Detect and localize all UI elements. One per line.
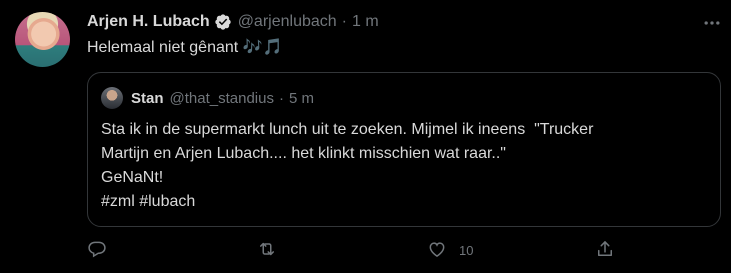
reply-button[interactable]: [87, 237, 119, 263]
tweet-actions: 10: [87, 237, 721, 263]
tweet-timestamp[interactable]: 1 m: [352, 13, 379, 31]
quoted-tweet-text: Sta ik in de supermarkt lunch uit te zoe…: [101, 118, 711, 214]
retweet-button[interactable]: [257, 237, 289, 263]
quoted-text-line: GeNaNt!: [101, 169, 164, 186]
quoted-hashtags[interactable]: #zml #lubach: [101, 190, 711, 214]
verified-badge-icon: [214, 13, 232, 31]
like-count: 10: [459, 242, 474, 258]
share-button[interactable]: [595, 237, 615, 263]
more-icon[interactable]: [698, 12, 726, 34]
share-icon: [595, 239, 615, 262]
quoted-author-avatar: [101, 87, 123, 109]
like-button[interactable]: 10: [427, 237, 473, 263]
author-name[interactable]: Arjen H. Lubach: [87, 13, 210, 31]
quoted-timestamp: 5 m: [288, 89, 314, 107]
quoted-separator-dot: ·: [278, 89, 284, 107]
quoted-tweet-header: Stan @that_standius · 5 m: [131, 88, 314, 108]
quoted-author-name: Stan: [131, 89, 164, 107]
author-handle[interactable]: @arjenlubach: [238, 13, 337, 31]
quoted-text-line: Sta ik in de supermarkt lunch uit te zoe…: [101, 121, 594, 138]
music-notes-emoji: 🎶🎵: [242, 39, 283, 56]
retweet-icon: [257, 239, 277, 262]
quoted-text-line: Martijn en Arjen Lubach.... het klinkt m…: [101, 145, 506, 162]
quoted-tweet[interactable]: Stan @that_standius · 5 m Sta ik in de s…: [87, 72, 721, 227]
like-icon: [427, 239, 447, 262]
tweet-body: Helemaal niet gênant: [87, 39, 239, 56]
tweet-text: Helemaal niet gênant 🎶🎵: [87, 37, 283, 59]
reply-icon: [87, 239, 107, 262]
tweet-header: Arjen H. Lubach @arjenlubach · 1 m: [87, 11, 379, 33]
quoted-author-handle: @that_standius: [169, 89, 274, 107]
author-avatar[interactable]: [15, 12, 70, 67]
separator-dot: ·: [341, 13, 347, 30]
